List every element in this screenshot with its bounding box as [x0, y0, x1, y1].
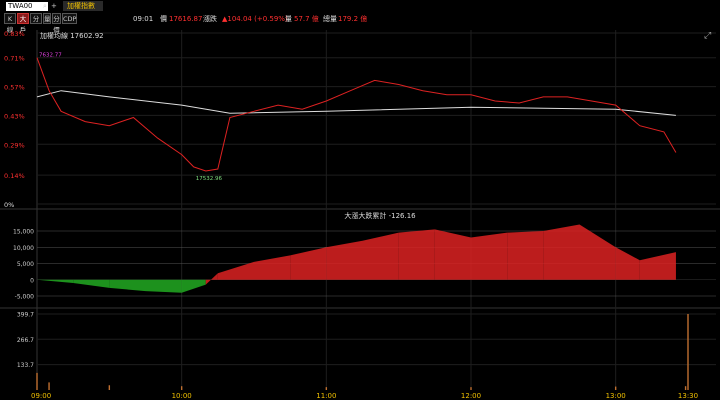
time-axis-tick: 13:00: [606, 392, 626, 400]
advance-decline-bar: [326, 240, 363, 280]
mode-button-2[interactable]: 分: [30, 13, 42, 24]
price-line: [36, 57, 677, 172]
advance-decline-bar: [254, 255, 291, 280]
advance-decline-bar: [362, 232, 399, 280]
advance-decline-bar: [543, 224, 580, 280]
time-axis-tick: 13:30: [678, 392, 698, 400]
price-legend: 加權均線 17602.92: [40, 31, 104, 40]
change-label: 漲跌: [203, 15, 217, 23]
volume-y-tick: 266.7: [17, 337, 34, 344]
total-value: 179.2 億: [338, 15, 368, 23]
price-value: 17616.87: [169, 15, 203, 23]
price-y-tick: 0.83%: [4, 30, 25, 38]
magnifier-icon[interactable]: ⌕: [43, 2, 47, 11]
toolbar-top: TWA00 ⌕ + 加權指數: [0, 0, 720, 12]
expand-icon: ⤢: [703, 31, 711, 41]
plus-icon[interactable]: +: [51, 2, 57, 11]
advance-decline-bar: [109, 279, 146, 292]
average-price-line: [36, 90, 676, 116]
volume-y-tick: 133.7: [17, 362, 34, 369]
advance-decline-bar: [615, 247, 640, 280]
price-y-tick: 0.14%: [4, 172, 25, 180]
advance-decline-bar: [290, 247, 327, 280]
time-axis-tick: 09:00: [31, 392, 51, 400]
price-y-tick: 0.29%: [4, 141, 25, 149]
time-readout: 09:01: [133, 15, 154, 23]
mode-button-0[interactable]: K線: [4, 13, 16, 34]
advance-decline-bar: [181, 279, 206, 293]
volume-label: 量: [285, 15, 292, 23]
time-axis-tick: 10:00: [172, 392, 192, 400]
volume-value: 57.7 億: [294, 15, 319, 23]
price-y-tick: 0.43%: [4, 112, 25, 120]
mode-button-1[interactable]: 大戶: [17, 13, 29, 34]
price-y-tick: 0.71%: [4, 55, 25, 63]
mid-panel-title: 大漲大跌累計 -126.16: [344, 211, 416, 220]
advance-decline-bar: [73, 279, 110, 288]
advance-decline-bar: [471, 232, 508, 280]
price-label: 價: [160, 15, 167, 23]
mid-y-tick: 10,000: [13, 245, 34, 252]
symbol-input[interactable]: TWA00: [6, 2, 48, 11]
time-axis-tick: 11:00: [316, 392, 336, 400]
intraday-chart[interactable]: 0.83% 0.71% 0.57% 0.43% 0.29% 0.14% 0% 加權均線 176…: [0, 26, 720, 400]
price-y-tick: 0.57%: [4, 84, 25, 92]
mid-y-tick: 15,000: [13, 229, 34, 236]
mid-y-tick: 5,000: [17, 261, 34, 268]
advance-decline-bar: [205, 273, 218, 285]
time-axis-tick: 12:00: [461, 392, 481, 400]
high-label: 7632.77: [39, 53, 62, 59]
mode-button-3[interactable]: 量: [43, 13, 51, 24]
advance-decline-bar: [37, 279, 74, 283]
advance-decline-bar: [145, 279, 182, 293]
volume-y-tick: 399.7: [17, 312, 34, 319]
mode-button-4[interactable]: 分價: [52, 13, 61, 34]
advance-decline-bar: [507, 231, 544, 280]
total-label: 總量: [323, 15, 337, 23]
advance-decline-bar: [398, 229, 435, 280]
change-value: ▲104.04 (+0.59%): [222, 15, 288, 23]
advance-decline-bar: [639, 252, 676, 280]
advance-decline-bar: [434, 229, 471, 280]
mid-y-tick: 0: [30, 277, 34, 284]
advance-decline-bar: [217, 261, 254, 280]
advance-decline-bar: [579, 224, 616, 280]
price-y-tick: 0%: [4, 201, 14, 209]
low-label: 17532.96: [196, 176, 223, 182]
mode-button-5[interactable]: CDP: [62, 13, 77, 24]
mid-y-tick: -5,000: [15, 294, 35, 301]
index-name: 加權指數: [63, 1, 103, 11]
